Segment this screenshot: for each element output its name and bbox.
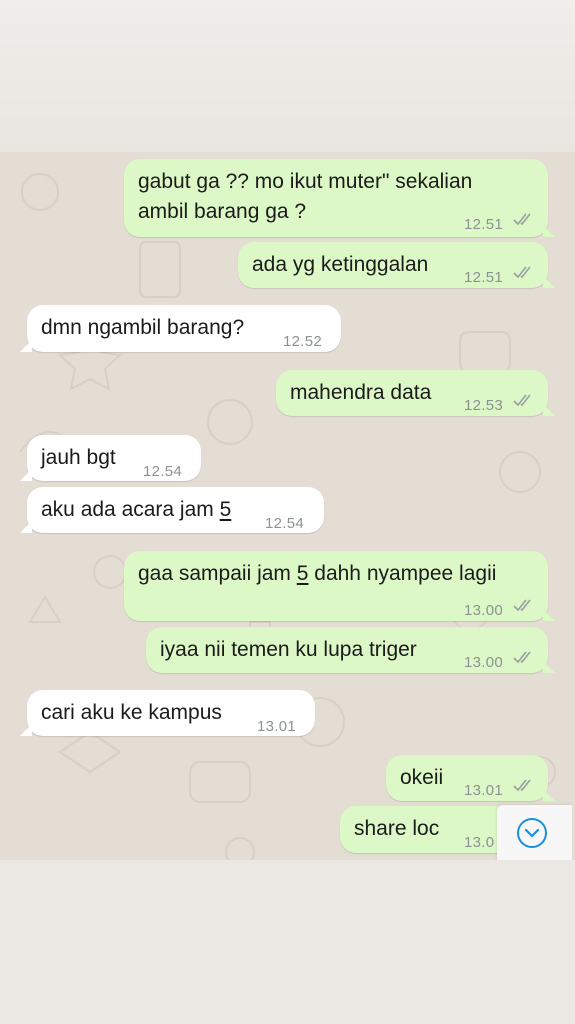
message-bubble-incoming[interactable]: dmn ngambil barang? 12.52 (20, 305, 341, 352)
message-time: 13.0 (464, 834, 495, 851)
message-bubble-outgoing[interactable]: ada yg ketinggalan 12.51 (238, 242, 555, 288)
message-bubble-incoming[interactable]: aku ada acara jam 5 12.54 (20, 487, 324, 533)
double-check-icon (513, 394, 531, 407)
message-text: cari aku ke kampus (41, 701, 222, 724)
message-time: 12.52 (283, 333, 323, 350)
message-bubble-incoming[interactable]: cari aku ke kampus 13.01 (20, 690, 315, 736)
message-text-part: dahh nyampee lagii (308, 562, 497, 585)
message-text: jauh bgt (41, 446, 116, 469)
message-text-part: aku ada acara jam (41, 498, 220, 521)
message-bubble-outgoing[interactable]: iyaa nii temen ku lupa triger 13.00 (146, 627, 555, 673)
message-bubble-outgoing[interactable]: mahendra data 12.53 (276, 370, 555, 416)
message-text-link[interactable]: 5 (220, 498, 232, 521)
message-time: 12.54 (143, 463, 183, 480)
double-check-icon (513, 266, 531, 279)
message-text-part: gaa sampaii jam (138, 562, 297, 585)
message-text: iyaa nii temen ku lupa triger (160, 638, 417, 661)
message-text-link[interactable]: 5 (297, 562, 309, 585)
top-margin (0, 0, 575, 152)
double-check-icon (513, 779, 531, 792)
message-time: 13.01 (464, 782, 504, 799)
double-check-icon (513, 651, 531, 664)
message-text: share loc (354, 817, 440, 840)
message-bubble-outgoing[interactable]: okeii 13.01 (386, 755, 555, 801)
message-text: okeii (400, 766, 444, 789)
double-check-icon (513, 599, 531, 612)
message-time: 13.00 (464, 602, 504, 619)
message-bubble-outgoing[interactable]: gaa sampaii jam 5 dahh nyampee lagii 13.… (124, 551, 555, 621)
chevron-down-circle-icon (517, 818, 547, 848)
message-text: dmn ngambil barang? (41, 316, 245, 339)
message-text: gabut ga ?? mo ikut muter" sekalian (138, 170, 473, 193)
message-time: 12.51 (464, 216, 504, 233)
double-check-icon (513, 213, 531, 226)
message-time: 13.00 (464, 654, 504, 671)
message-bubble-outgoing[interactable]: gabut ga ?? mo ikut muter" sekalian ambi… (124, 159, 555, 237)
message-text: gaa sampaii jam 5 dahh nyampee lagii (138, 559, 496, 589)
message-text: mahendra data (290, 381, 432, 404)
message-time: 12.53 (464, 397, 504, 414)
message-text: ambil barang ga ? (138, 200, 307, 223)
message-time: 13.01 (257, 718, 297, 735)
message-bubble-incoming[interactable]: jauh bgt 12.54 (20, 435, 201, 481)
message-text: aku ada acara jam 5 (41, 495, 231, 525)
scroll-to-bottom-button[interactable] (497, 805, 572, 860)
message-time: 12.54 (265, 515, 305, 532)
bottom-margin (0, 860, 575, 1024)
message-time: 12.51 (464, 269, 504, 286)
message-text: ada yg ketinggalan (252, 253, 429, 276)
